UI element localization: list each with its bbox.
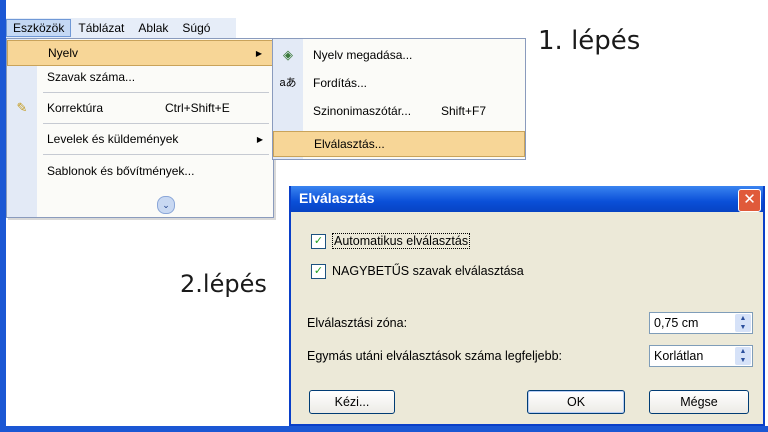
menu-item-label: Nyelv megadása... [313,48,413,62]
consecutive-value: Korlátlan [654,349,704,363]
translate-icon: aあ [279,77,297,89]
menu-item-nyelv-megadasa[interactable]: ◈ Nyelv megadása... [273,43,525,67]
zone-spinner[interactable]: 0,75 cm ▲ ▼ [649,312,753,334]
menu-separator [43,123,269,124]
expand-menu-chevron-icon[interactable]: ⌄ [157,196,175,214]
menu-item-label: Szinonimaszótár... [313,104,412,118]
ok-button[interactable]: OK [527,390,625,414]
menu-item-szavak-szama[interactable]: Szavak száma... [7,65,273,89]
consecutive-label: Egymás utáni elválasztások száma legfelj… [307,349,562,363]
menu-item-szinonimaszotar[interactable]: Szinonimaszótár... Shift+F7 [273,99,525,123]
menu-sugo[interactable]: Súgó [175,19,217,37]
menu-item-forditas[interactable]: aあ Fordítás... [273,71,525,95]
auto-hyphenate-checkbox[interactable]: ✓ [311,233,326,249]
menu-ablak[interactable]: Ablak [131,19,175,37]
menu-item-shortcut: Ctrl+Shift+E [165,101,230,115]
step2-annotation: 2.lépés [180,270,267,298]
submenu-arrow-icon: ▶ [255,48,262,58]
menu-item-shortcut: Shift+F7 [441,104,487,118]
menu-tablazat[interactable]: Táblázat [71,19,131,37]
tools-menu: Nyelv ▶ Szavak száma... ✎ Korrektúra Ctr… [6,38,274,218]
auto-hyphenate-row[interactable]: ✓ Automatikus elválasztás [311,232,471,250]
menu-item-korrektura[interactable]: ✎ Korrektúra Ctrl+Shift+E [7,96,273,120]
caps-hyphenate-checkbox[interactable]: ✓ [311,263,326,279]
menu-item-label: Fordítás... [313,76,368,90]
caps-hyphenate-row[interactable]: ✓ NAGYBETŰS szavak elválasztása [311,262,524,280]
caps-hyphenate-label: NAGYBETŰS szavak elválasztása [332,264,524,278]
submenu-arrow-icon: ▶ [256,134,263,144]
menu-item-label: Szavak száma... [47,70,136,84]
auto-hyphenate-label: Automatikus elválasztás [332,233,471,249]
language-submenu: ◈ Nyelv megadása... aあ Fordítás... Szino… [272,38,526,160]
dialog-titlebar[interactable]: Elválasztás ✕ [291,186,763,212]
menu-item-sablonok[interactable]: Sablonok és bővítmények... [7,159,273,183]
menu-item-label: Sablonok és bővítmények... [47,164,195,178]
menu-bar: Eszközök Táblázat Ablak Súgó [6,18,236,38]
dialog-title: Elválasztás [299,190,375,206]
menu-eszkozok[interactable]: Eszközök [6,19,72,37]
menu-separator [43,92,269,93]
zone-value: 0,75 cm [654,316,699,330]
menu-item-elvalasztas[interactable]: Elválasztás... [273,131,525,157]
step1-annotation: 1. lépés [538,26,641,56]
language-globe-icon: ◈ [283,47,293,62]
screenshot-frame: Eszközök Táblázat Ablak Súgó Nyelv ▶ Sza… [0,0,768,432]
manual-button[interactable]: Kézi... [309,390,395,414]
spinner-arrows-icon[interactable]: ▲ ▼ [735,347,751,365]
hyphenation-dialog: Elválasztás ✕ ✓ Automatikus elválasztás … [289,186,765,426]
menu-item-label: Nyelv [48,46,79,60]
menu-item-levelek[interactable]: Levelek és küldemények ▶ [7,127,273,151]
track-changes-icon: ✎ [16,100,28,115]
menu-separator [43,154,269,155]
consecutive-spinner[interactable]: Korlátlan ▲ ▼ [649,345,753,367]
window-border-bottom [0,426,768,432]
menu-item-nyelv[interactable]: Nyelv ▶ [7,40,273,66]
close-button[interactable]: ✕ [738,189,761,212]
spinner-arrows-icon[interactable]: ▲ ▼ [735,314,751,332]
cancel-button[interactable]: Mégse [649,390,749,414]
menu-item-label: Levelek és küldemények [47,132,179,146]
menu-item-label: Korrektúra [47,101,104,115]
zone-label: Elválasztási zóna: [307,316,408,330]
menu-item-label: Elválasztás... [314,137,385,151]
